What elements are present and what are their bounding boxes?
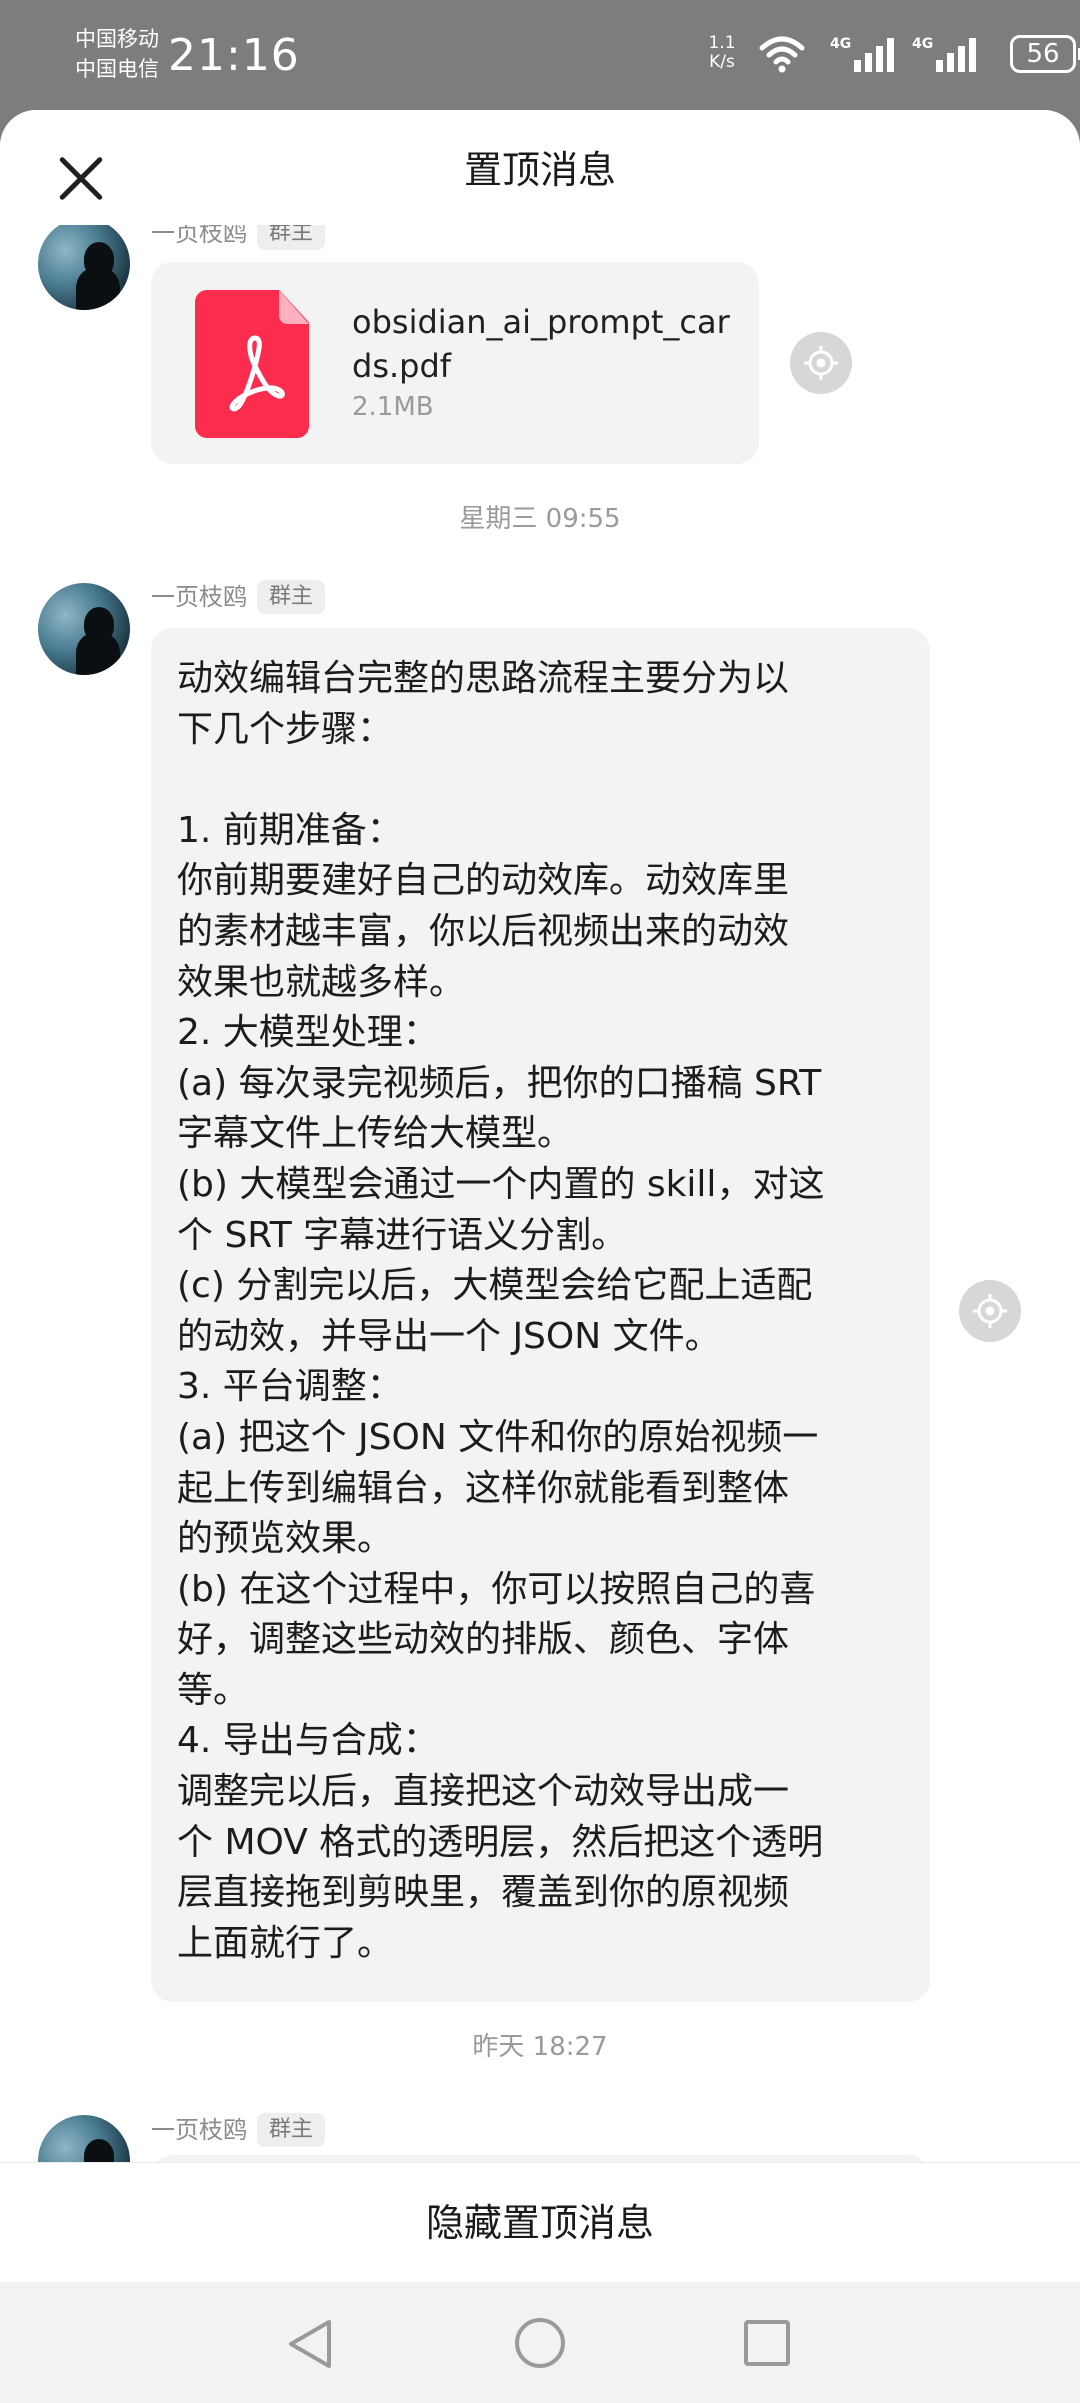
- svg-text:4G: 4G: [830, 36, 851, 52]
- system-nav-bar: [0, 2282, 1080, 2403]
- sender-name: 一页枝鸥 群主: [151, 2113, 326, 2147]
- message-text: 动效编辑台完整的思路流程主要分为以 下几个步骤： 1. 前期准备： 你前期要建好…: [177, 658, 825, 1964]
- file-size: 2.1MB: [352, 392, 434, 422]
- carrier-info: 中国移动 中国电信: [75, 24, 159, 84]
- status-icons: 1.1 K/s 4G 4G 56: [680, 0, 1080, 110]
- sheet-header: 置顶消息: [0, 110, 1080, 225]
- role-badge: 群主: [257, 2113, 326, 2147]
- battery-icon: 56: [1010, 35, 1080, 73]
- net-speed: 1.1 K/s: [708, 33, 736, 72]
- avatar[interactable]: [38, 2115, 130, 2162]
- message-bubble[interactable]: [151, 2155, 930, 2162]
- sheet-title: 置顶消息: [463, 148, 616, 192]
- timestamp: 星期三 09:55: [459, 504, 621, 534]
- svg-text:4G: 4G: [912, 36, 933, 52]
- locate-message-button[interactable]: [959, 1280, 1021, 1342]
- pinned-messages-sheet: 一页枝鸥 群主 obsidian_ai_prompt_cards.pdf 2.1M…: [0, 110, 1080, 2403]
- status-bar: 中国移动 中国电信 21:16 1.1 K/s 4G 4G 56: [0, 0, 1080, 110]
- avatar[interactable]: [38, 583, 130, 675]
- home-icon[interactable]: [515, 2318, 565, 2368]
- file-message-bubble[interactable]: obsidian_ai_prompt_cards.pdf 2.1MB: [151, 262, 759, 464]
- sender-name: 一页枝鸥 群主: [151, 580, 326, 614]
- timestamp: 昨天 18:27: [472, 2032, 608, 2062]
- signal-4g-icon: 4G: [912, 34, 986, 78]
- text-message-bubble[interactable]: 动效编辑台完整的思路流程主要分为以 下几个步骤： 1. 前期准备： 你前期要建好…: [151, 628, 930, 2002]
- locate-icon: [804, 346, 838, 380]
- role-badge: 群主: [257, 580, 326, 614]
- carrier-2: 中国电信: [75, 57, 159, 81]
- recents-icon[interactable]: [744, 2320, 790, 2366]
- file-name: obsidian_ai_prompt_cards.pdf: [352, 303, 730, 385]
- carrier-1: 中国移动: [75, 27, 159, 51]
- hide-pinned-label: 隐藏置顶消息: [425, 2201, 654, 2245]
- hide-pinned-button[interactable]: 隐藏置顶消息: [0, 2162, 1080, 2282]
- locate-message-button[interactable]: [790, 332, 852, 394]
- locate-icon: [973, 1294, 1007, 1328]
- avatar[interactable]: [38, 218, 130, 310]
- signal-4g-icon: 4G: [830, 34, 904, 78]
- pinned-message-list[interactable]: 一页枝鸥 群主 obsidian_ai_prompt_cards.pdf 2.1M…: [0, 110, 1080, 2162]
- back-icon[interactable]: [285, 2318, 335, 2374]
- wifi-icon: [758, 34, 806, 78]
- status-time: 21:16: [168, 30, 300, 81]
